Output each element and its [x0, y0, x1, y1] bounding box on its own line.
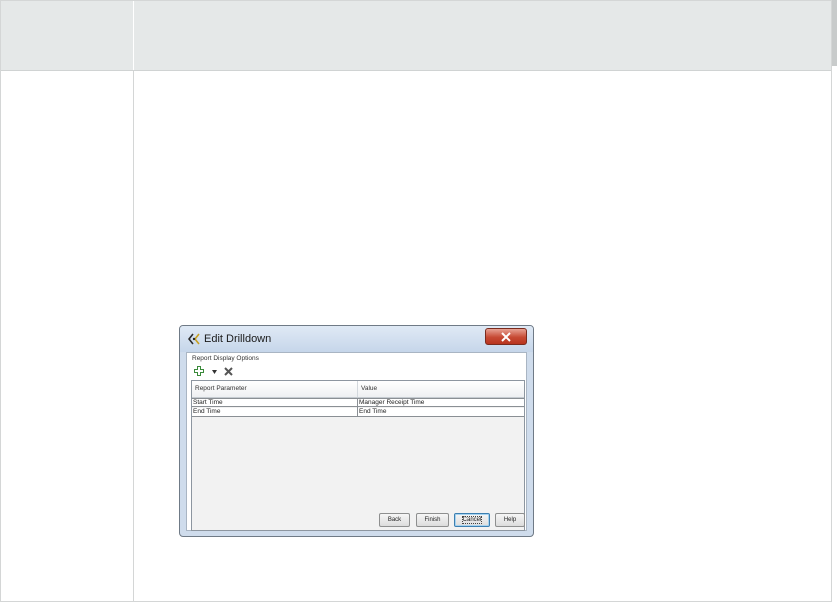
page-scrollbar-thumb[interactable]: [832, 0, 837, 66]
drilldown-app-icon: [188, 333, 200, 345]
table-row[interactable]: Start Time Manager Receipt Time: [192, 398, 524, 408]
close-button[interactable]: [485, 328, 527, 345]
finish-button[interactable]: Finish: [416, 513, 449, 527]
delete-icon[interactable]: [224, 367, 233, 376]
cell-value: Manager Receipt Time: [359, 399, 425, 406]
cell-parameter: End Time: [193, 408, 221, 415]
back-button[interactable]: Back: [379, 513, 410, 527]
table-row[interactable]: End Time End Time: [192, 408, 524, 417]
close-icon: [501, 332, 511, 342]
table-header-cell-left: [1, 1, 134, 70]
column-header-report-parameter[interactable]: Report Parameter: [195, 385, 247, 392]
section-label: Report Display Options: [192, 355, 259, 362]
column-header-value[interactable]: Value: [361, 385, 377, 392]
dialog-title: Edit Drilldown: [204, 333, 272, 345]
dialog-titlebar[interactable]: Edit Drilldown: [180, 326, 533, 352]
table-header-row: [1, 1, 831, 71]
chevron-down-icon[interactable]: [212, 370, 217, 374]
cancel-button[interactable]: Cancel: [454, 513, 490, 527]
grid-header: Report Parameter Value: [192, 381, 524, 398]
cell-value: End Time: [359, 408, 387, 415]
cancel-button-label: Cancel: [461, 516, 483, 524]
edit-drilldown-dialog: Edit Drilldown Report Display Options Re…: [179, 325, 534, 537]
dialog-client-area: Report Display Options Report Parameter …: [186, 352, 527, 531]
add-icon[interactable]: [194, 366, 204, 376]
row-separator: [357, 399, 358, 408]
cell-parameter: Start Time: [193, 399, 223, 406]
parameter-grid: Report Parameter Value Start Time Manage…: [191, 380, 525, 531]
page-scrollbar[interactable]: [832, 0, 837, 603]
help-button[interactable]: Help: [495, 513, 525, 527]
row-separator: [357, 408, 358, 417]
column-divider: [133, 71, 134, 602]
header-separator: [357, 381, 358, 397]
